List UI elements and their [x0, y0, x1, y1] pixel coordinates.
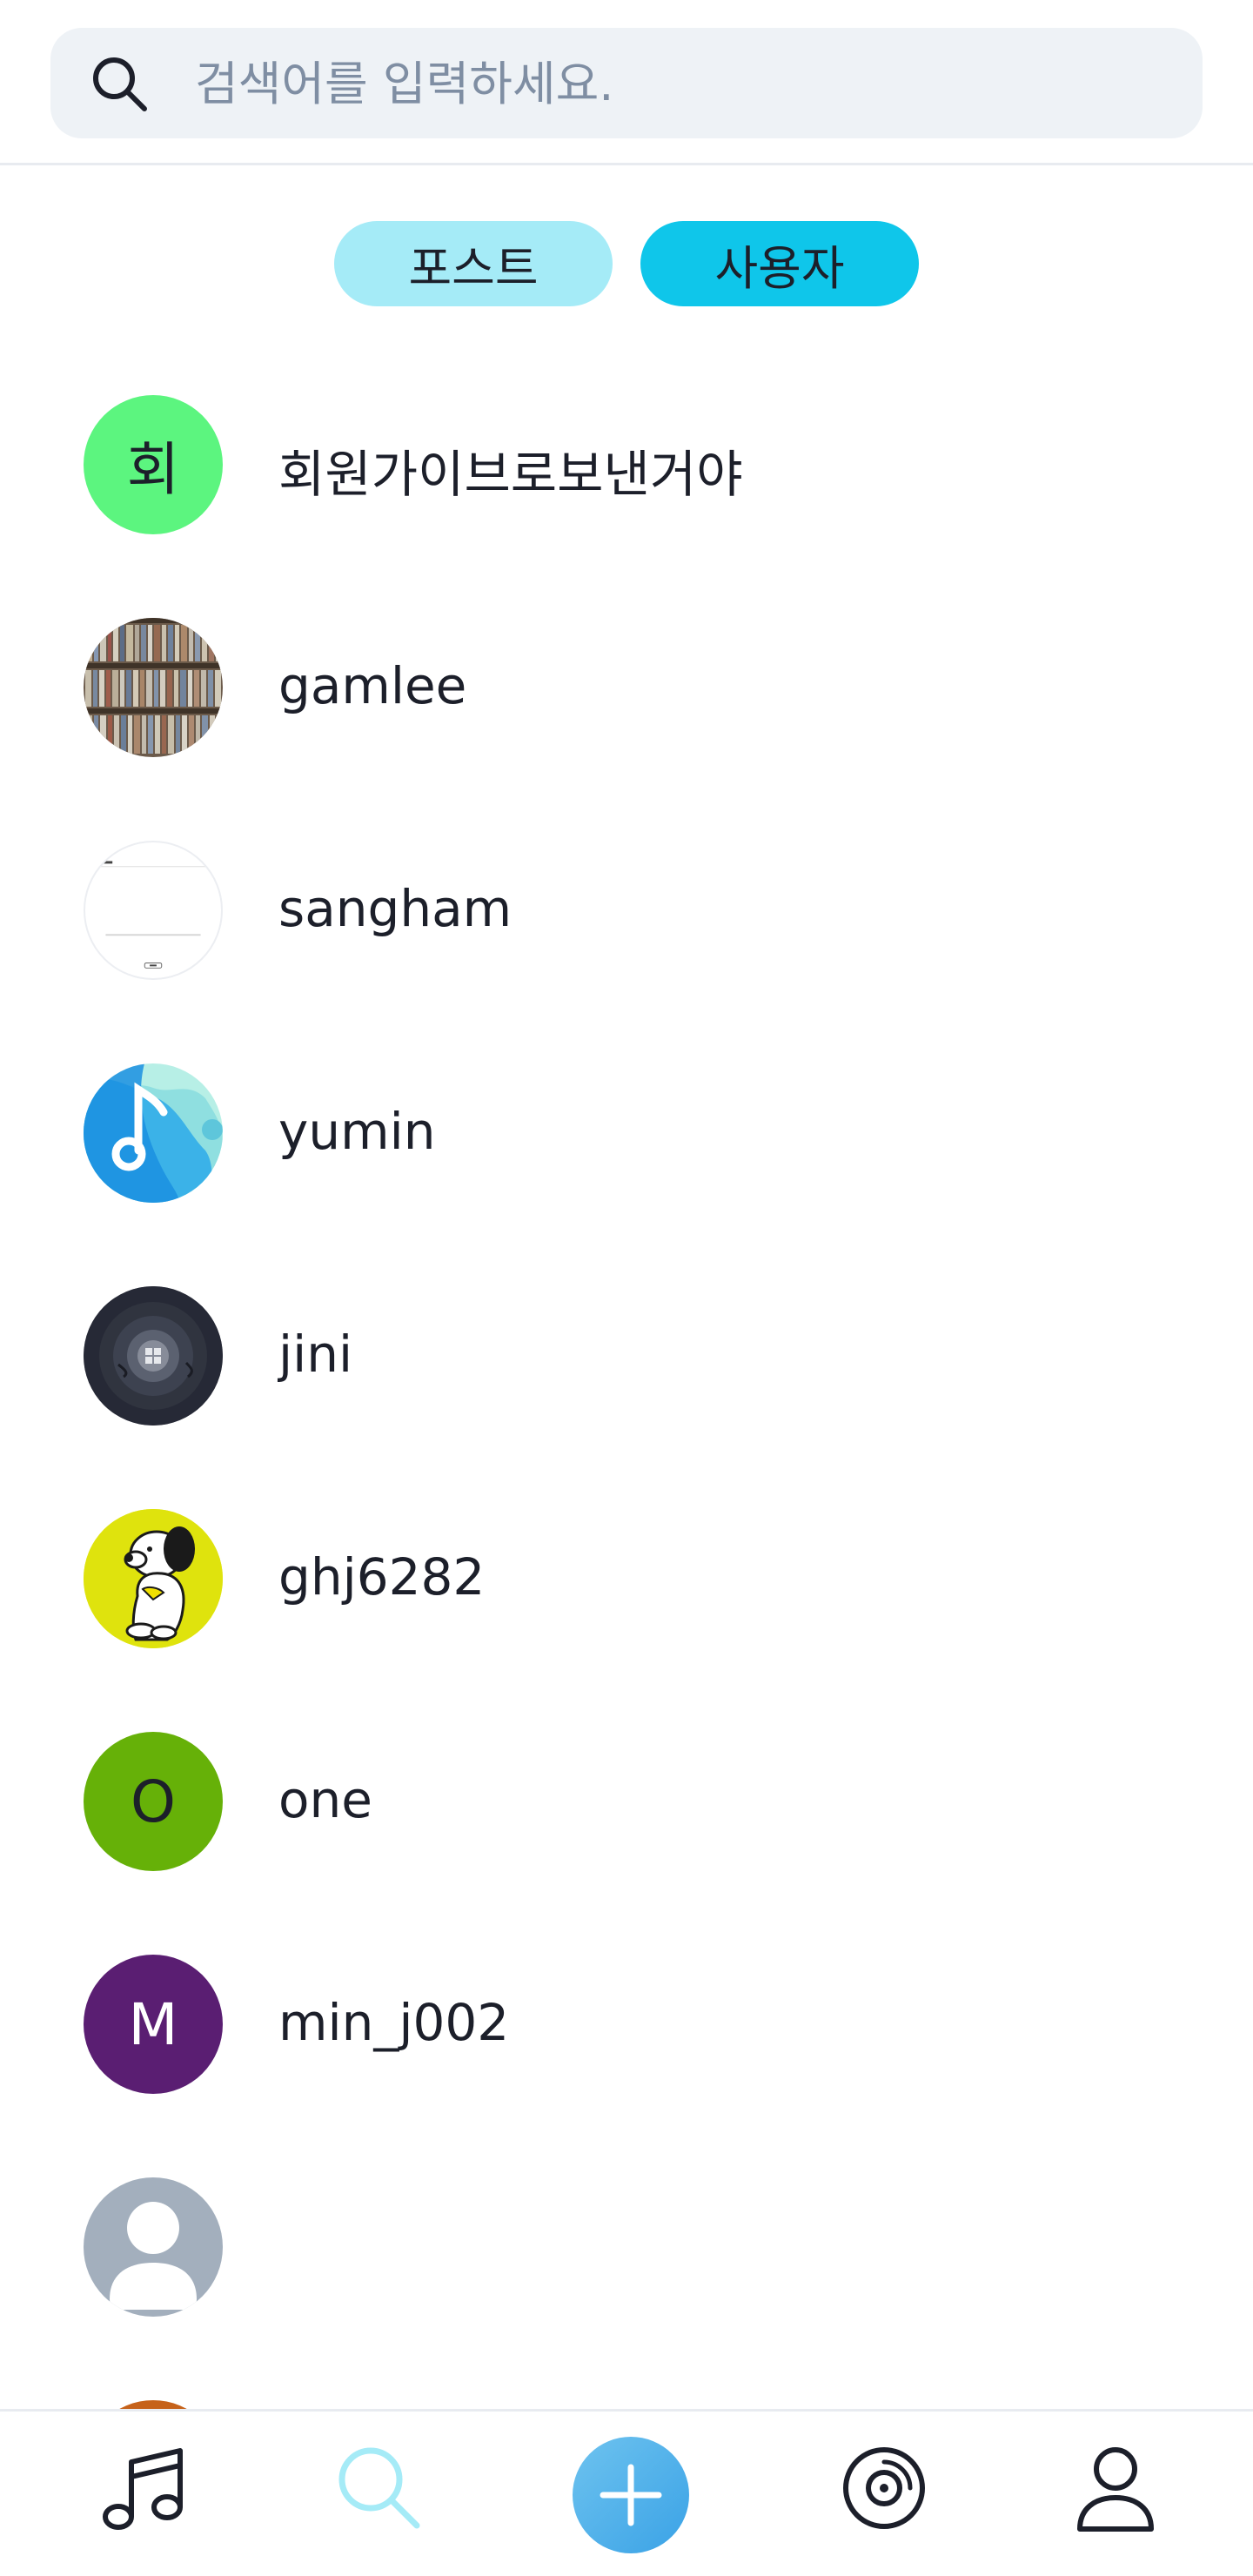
username: min_j002	[278, 1993, 510, 2052]
user-list-item[interactable]: jini	[0, 1279, 1253, 1453]
username: sangham	[278, 879, 513, 938]
search-box[interactable]	[50, 28, 1203, 138]
user-list-item[interactable]: sangham	[0, 834, 1253, 1008]
avatar-initial: O	[131, 1768, 176, 1835]
user-list-item[interactable]	[0, 2170, 1253, 2345]
plus-icon	[600, 2464, 662, 2526]
nav-vinyl[interactable]	[832, 2436, 936, 2540]
search-users-screen: 포스트 사용자 회 회원가이브로보낸거야	[0, 0, 1253, 2576]
username: ghj6282	[278, 1547, 486, 1607]
nav-profile[interactable]	[1063, 2436, 1168, 2540]
search-icon	[93, 57, 147, 111]
search-header	[0, 0, 1253, 165]
user-list-item[interactable]: yumin	[0, 1057, 1253, 1231]
default-person-icon	[84, 2177, 223, 2317]
search-tabs: 포스트 사용자	[0, 221, 1253, 306]
vinyl-icon	[843, 2447, 925, 2529]
tab-posts[interactable]: 포스트	[334, 221, 613, 306]
record-shelf-photo-icon	[84, 618, 223, 757]
music-note-photo-icon	[84, 1063, 223, 1203]
user-list-item[interactable]: ghj6282	[0, 1502, 1253, 1676]
user-list-item[interactable]: O one	[0, 1725, 1253, 1899]
search-icon	[338, 2447, 420, 2529]
bottom-navigation	[0, 2409, 1253, 2576]
profile-icon	[1077, 2447, 1154, 2532]
tab-users[interactable]: 사용자	[640, 221, 919, 306]
tab-users-label: 사용자	[714, 240, 845, 296]
create-post-button[interactable]	[573, 2437, 689, 2553]
music-notes-icon	[103, 2448, 183, 2530]
search-input[interactable]	[193, 44, 1171, 124]
nav-search[interactable]	[327, 2436, 432, 2540]
avatar-initial: 회	[126, 436, 180, 503]
screenshot-photo-icon	[84, 841, 223, 980]
username: gamlee	[278, 656, 467, 715]
tab-posts-label: 포스트	[408, 240, 539, 296]
user-list-item[interactable]: M min_j002	[0, 1948, 1253, 2122]
avatar-initial: M	[128, 1990, 178, 2058]
avatar: O	[84, 1732, 223, 1871]
avatar: M	[84, 1955, 223, 2094]
username: jini	[278, 1325, 353, 1384]
user-list-item[interactable]: 회 회원가이브로보낸거야	[0, 388, 1253, 562]
username: one	[278, 1770, 372, 1829]
username: yumin	[278, 1102, 436, 1161]
nav-music[interactable]	[90, 2436, 195, 2540]
dark-disc-photo-icon	[84, 1286, 223, 1426]
user-list-item[interactable]: gamlee	[0, 611, 1253, 785]
username: 회원가이브로보낸거야	[278, 445, 743, 504]
snoopy-photo-icon	[84, 1509, 223, 1648]
avatar: 회	[84, 395, 223, 534]
